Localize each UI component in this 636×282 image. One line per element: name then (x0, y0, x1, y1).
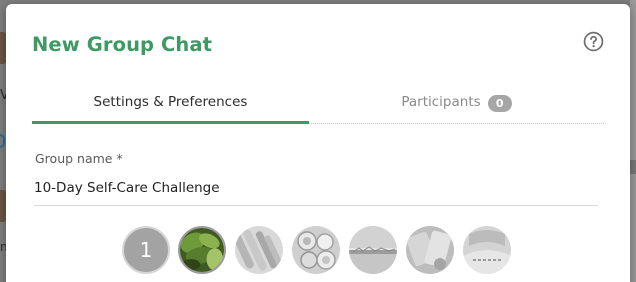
group-name-input[interactable] (34, 176, 598, 206)
avatar-option-number[interactable]: 1 (122, 226, 170, 274)
group-name-label: Group name * (35, 151, 123, 166)
new-group-chat-dialog: New Group Chat Settings & Preferences Pa… (6, 4, 630, 282)
avatar-option-vegetables[interactable] (235, 226, 283, 274)
tab-participants[interactable]: Participants 0 (309, 84, 604, 124)
avatar-option-leaves[interactable] (178, 226, 226, 274)
dialog-tabs: Settings & Preferences Participants 0 (32, 84, 604, 124)
tab-label: Participants (401, 94, 481, 110)
avatar-option-landscape[interactable] (349, 226, 397, 274)
avatar-option-bowls[interactable] (292, 226, 340, 274)
tab-settings-preferences[interactable]: Settings & Preferences (32, 84, 309, 124)
dialog-title: New Group Chat (32, 33, 213, 56)
tab-label: Settings & Preferences (93, 94, 248, 110)
participants-count-badge: 0 (487, 95, 512, 112)
background-panel-edge (630, 0, 636, 282)
avatar-option-fabric[interactable] (463, 226, 511, 274)
background-panel-edge (630, 160, 636, 174)
avatar-option-food[interactable] (406, 226, 454, 274)
question-circle-icon[interactable] (583, 31, 604, 52)
